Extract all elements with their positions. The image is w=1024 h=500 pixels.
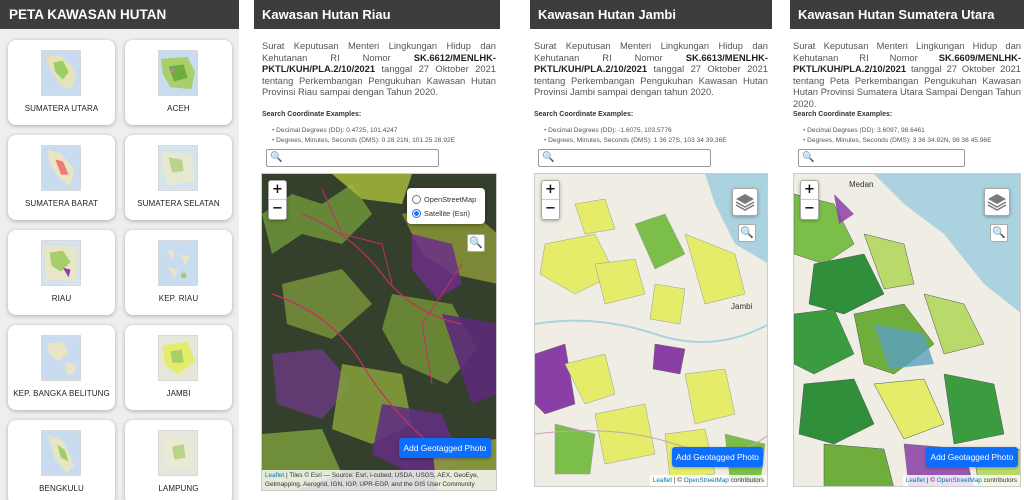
- zoom-out-button[interactable]: −: [542, 200, 559, 219]
- leaflet-link[interactable]: Leaflet: [265, 472, 284, 479]
- add-geotagged-photo-button[interactable]: Add Geotagged Photo: [672, 447, 763, 467]
- province-thumbnail: [41, 145, 81, 191]
- zoom-out-button[interactable]: −: [801, 200, 818, 219]
- layer-option-satellite[interactable]: Satellite (Esri): [412, 206, 480, 220]
- search-icon: 🔍: [802, 152, 815, 163]
- decree-description: Surat Keputusan Menteri Lingkungan Hidup…: [793, 40, 1021, 109]
- zoom-out-button[interactable]: −: [269, 200, 286, 219]
- page-title: Kawasan Hutan Jambi: [530, 0, 772, 29]
- province-card-bengkulu[interactable]: BENGKULU: [8, 420, 115, 500]
- province-label: LAMPUNG: [158, 484, 199, 493]
- coordinate-search-input[interactable]: 🔍: [798, 149, 965, 167]
- province-label: KEP. BANGKA BELITUNG: [13, 389, 110, 398]
- province-thumbnail: [158, 50, 198, 96]
- province-thumbnail: [158, 430, 198, 476]
- layers-icon[interactable]: [732, 188, 758, 216]
- province-label: SUMATERA SELATAN: [137, 199, 220, 208]
- leaflet-link[interactable]: Leaflet: [653, 477, 672, 484]
- province-thumbnail: [41, 430, 81, 476]
- province-card-riau[interactable]: RIAU: [8, 230, 115, 315]
- coordinate-search-input[interactable]: 🔍: [266, 149, 439, 167]
- decree-description: Surat Keputusan Menteri Lingkungan Hidup…: [534, 40, 768, 98]
- province-card-sumatera-barat[interactable]: SUMATERA BARAT: [8, 135, 115, 220]
- example-dd: Decimal Degrees (DD): 3.6097, 98.6461: [803, 126, 992, 136]
- province-label: SUMATERA BARAT: [24, 199, 99, 208]
- search-map-icon[interactable]: 🔍: [738, 224, 756, 242]
- layers-icon[interactable]: [984, 188, 1010, 216]
- province-label: ACEH: [167, 104, 190, 113]
- example-dms: Degrees, Minutes, Seconds (DMS): 1 36 27…: [544, 136, 727, 146]
- add-geotagged-photo-button[interactable]: Add Geotagged Photo: [926, 447, 1018, 467]
- page-title: Kawasan Hutan Riau: [254, 0, 500, 29]
- zoom-control: + −: [541, 180, 560, 220]
- sumut-panel: Kawasan Hutan Sumatera Utara Surat Keput…: [790, 0, 1024, 500]
- province-card-aceh[interactable]: ACEH: [125, 40, 232, 125]
- layer-switcher: OpenStreetMap Satellite (Esri): [407, 188, 485, 224]
- app-title: PETA KAWASAN HUTAN: [0, 0, 239, 29]
- province-label: JAMBI: [166, 389, 191, 398]
- example-dms: Degrees, Minutes, Seconds (DMS): 3 36 34…: [803, 136, 991, 146]
- province-thumbnail: [41, 335, 81, 381]
- zoom-control: + −: [800, 180, 819, 220]
- search-examples-title: Search Coordinate Examples:: [534, 111, 634, 118]
- province-card-jambi[interactable]: JAMBI: [125, 325, 232, 410]
- zoom-in-button[interactable]: +: [801, 181, 818, 200]
- osm-forest-layer: [794, 174, 1020, 486]
- province-thumbnail: [41, 50, 81, 96]
- osm-link[interactable]: OpenStreetMap: [937, 477, 982, 484]
- riau-map[interactable]: + − OpenStreetMap Satellite (Esri) 🔍 Add…: [261, 173, 497, 491]
- province-label: SUMATERA UTARA: [24, 104, 99, 113]
- province-thumbnail: [158, 240, 198, 286]
- search-icon: 🔍: [542, 152, 555, 163]
- city-label-medan: Medan: [849, 180, 874, 189]
- sumut-map[interactable]: Medan + − 🔍 Add Geotagged Photo Leaflet …: [793, 173, 1021, 487]
- search-map-icon[interactable]: 🔍: [990, 224, 1008, 242]
- leaflet-link[interactable]: Leaflet: [906, 477, 925, 484]
- search-examples-title: Search Coordinate Examples:: [793, 111, 893, 118]
- search-map-icon[interactable]: 🔍: [467, 234, 485, 252]
- page-title: Kawasan Hutan Sumatera Utara: [790, 0, 1024, 29]
- province-list-panel: PETA KAWASAN HUTAN SUMATERA UTARA ACEH S…: [0, 0, 239, 500]
- add-geotagged-photo-button[interactable]: Add Geotagged Photo: [399, 438, 491, 458]
- zoom-in-button[interactable]: +: [269, 181, 286, 200]
- province-card-kep-riau[interactable]: KEP. RIAU: [125, 230, 232, 315]
- zoom-in-button[interactable]: +: [542, 181, 559, 200]
- jambi-map[interactable]: Jambi + − 🔍 Add Geotagged Photo Leaflet …: [534, 173, 768, 487]
- osm-link[interactable]: OpenStreetMap: [684, 477, 729, 484]
- coordinate-search-input[interactable]: 🔍: [538, 149, 711, 167]
- radio-osm[interactable]: [412, 194, 421, 204]
- province-thumbnail: [158, 145, 198, 191]
- search-examples-list: Decimal Degrees (DD): 3.6097, 98.6461 De…: [803, 126, 992, 146]
- province-card-sumatera-utara[interactable]: SUMATERA UTARA: [8, 40, 115, 125]
- city-label-jambi: Jambi: [731, 302, 753, 311]
- province-thumbnail: [41, 240, 81, 286]
- province-card-sumatera-selatan[interactable]: SUMATERA SELATAN: [125, 135, 232, 220]
- jambi-panel: Kawasan Hutan Jambi Surat Keputusan Ment…: [530, 0, 772, 500]
- province-card-kep-bangka-belitung[interactable]: KEP. BANGKA BELITUNG: [8, 325, 115, 410]
- search-examples-list: Decimal Degrees (DD): 0.4725, 101.4247 D…: [272, 126, 455, 145]
- example-dd: Decimal Degrees (DD): -1.6075, 103.5776: [544, 126, 727, 136]
- radio-satellite[interactable]: [412, 208, 421, 218]
- search-examples-list: Decimal Degrees (DD): -1.6075, 103.5776 …: [544, 126, 727, 145]
- riau-panel: Kawasan Hutan Riau Surat Keputusan Mente…: [254, 0, 500, 500]
- map-attribution: Leaflet | © OpenStreetMap contributors: [902, 475, 1020, 486]
- search-icon: 🔍: [270, 152, 283, 163]
- example-dms: Degrees, Minutes, Seconds (DMS): 0 28 21…: [272, 136, 455, 146]
- province-label: BENGKULU: [39, 484, 84, 493]
- province-thumbnail: [158, 335, 198, 381]
- search-examples-title: Search Coordinate Examples:: [262, 111, 362, 118]
- province-card-lampung[interactable]: LAMPUNG: [125, 420, 232, 500]
- province-label: RIAU: [51, 294, 72, 303]
- map-attribution: Leaflet | Tiles © Esri — Source: Esri, i…: [262, 470, 496, 490]
- zoom-control: + −: [268, 180, 287, 220]
- example-dd: Decimal Degrees (DD): 0.4725, 101.4247: [272, 126, 455, 136]
- province-label: KEP. RIAU: [158, 294, 199, 303]
- decree-description: Surat Keputusan Menteri Lingkungan Hidup…: [262, 40, 496, 98]
- osm-forest-layer: [535, 174, 767, 486]
- map-attribution: Leaflet | © OpenStreetMap contributors: [649, 475, 767, 486]
- layer-option-osm[interactable]: OpenStreetMap: [412, 192, 480, 206]
